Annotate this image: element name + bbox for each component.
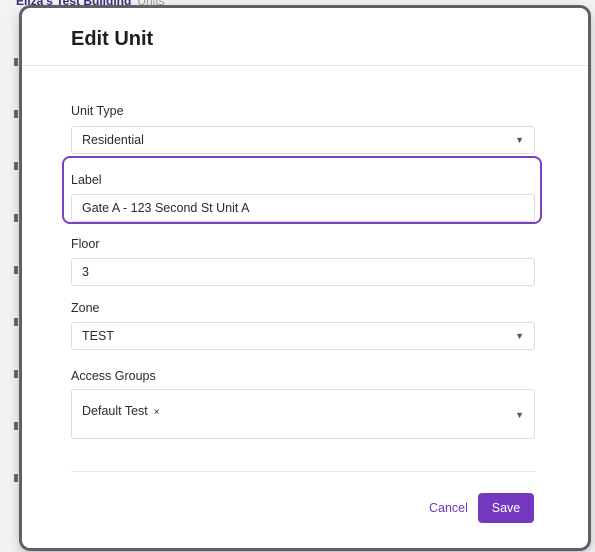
zone-value: TEST bbox=[82, 329, 114, 343]
floor-label: Floor bbox=[71, 237, 100, 251]
breadcrumb: Eliza's Test Building Units bbox=[16, 0, 165, 8]
save-button[interactable]: Save bbox=[478, 493, 534, 523]
unit-type-value: Residential bbox=[82, 133, 144, 147]
unit-type-select[interactable]: Residential ▼ bbox=[71, 126, 535, 154]
chevron-down-icon: ▼ bbox=[515, 331, 524, 341]
label-field-highlight bbox=[62, 156, 542, 224]
cancel-button[interactable]: Cancel bbox=[427, 493, 470, 523]
zone-select[interactable]: TEST ▼ bbox=[71, 322, 535, 350]
chevron-down-icon: ▼ bbox=[515, 410, 524, 420]
access-groups-multiselect[interactable]: Default Test × ▼ bbox=[71, 389, 535, 439]
floor-input-value: 3 bbox=[82, 265, 89, 279]
chevron-down-icon: ▼ bbox=[515, 135, 524, 145]
modal-title: Edit Unit bbox=[71, 28, 154, 50]
breadcrumb-section: Units bbox=[137, 0, 165, 8]
zone-label: Zone bbox=[71, 301, 100, 315]
floor-input[interactable]: 3 bbox=[71, 258, 535, 286]
remove-chip-icon[interactable]: × bbox=[154, 407, 160, 418]
footer-divider bbox=[71, 471, 535, 472]
edit-unit-modal: Edit Unit Unit Type Residential ▼ Label … bbox=[22, 8, 588, 548]
unit-type-label: Unit Type bbox=[71, 104, 124, 118]
breadcrumb-building[interactable]: Eliza's Test Building bbox=[16, 0, 131, 8]
access-group-chip: Default Test × bbox=[82, 398, 160, 426]
access-groups-label: Access Groups bbox=[71, 369, 156, 383]
modal-header: Edit Unit bbox=[22, 8, 588, 66]
access-group-chip-label: Default Test bbox=[82, 404, 148, 418]
